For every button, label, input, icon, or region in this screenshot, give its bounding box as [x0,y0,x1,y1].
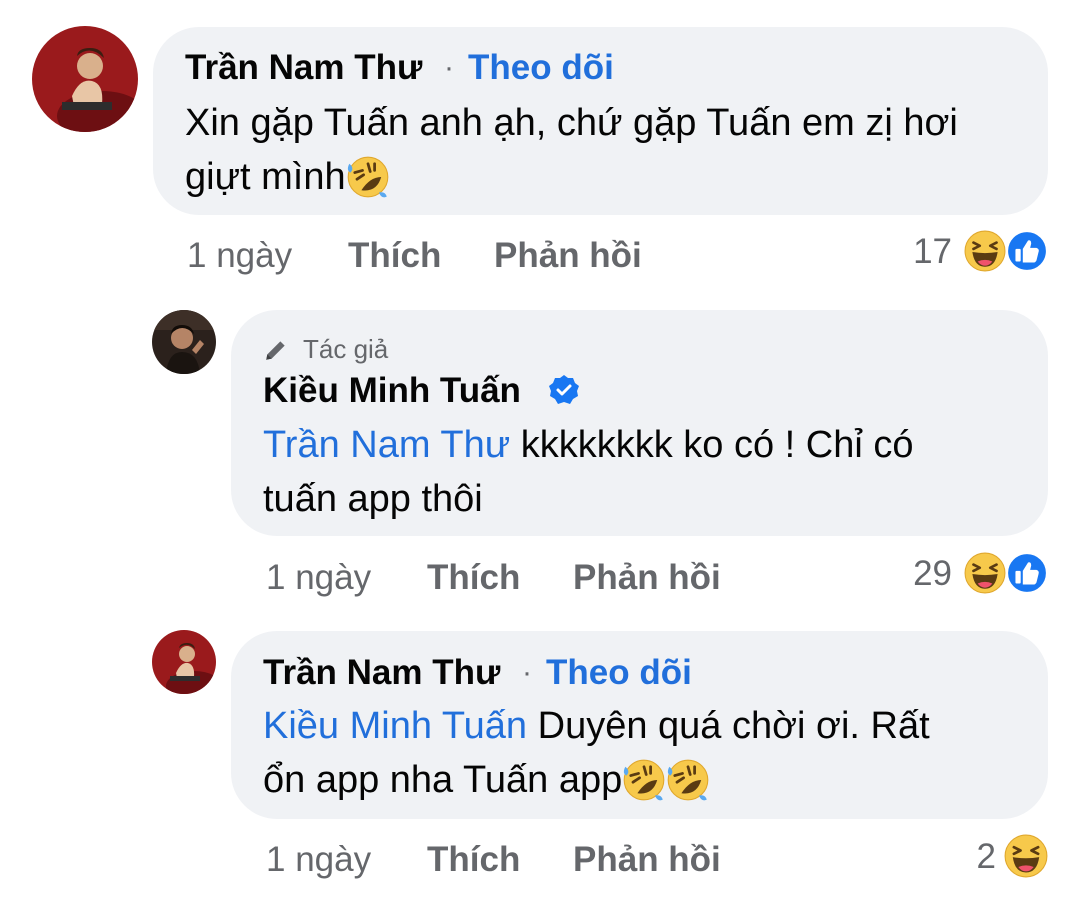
reaction-count[interactable]: 2 [920,837,996,877]
comment-text-fragment: ổn app nha Tuấn app [263,759,623,801]
comment-timestamp[interactable]: 1 ngày [187,236,292,276]
reply-button[interactable]: Phản hồi [494,236,642,276]
comment-author-name[interactable]: Trần Nam Thư [185,48,422,88]
name-separator: · [522,656,532,689]
comment-text: Trần Nam Thư kkkkkkkk ko có ! Chỉ có tuấ… [263,418,1033,526]
comment-text-fragment: Duyên quá chời ơi. Rất [527,705,930,747]
comment-author-name[interactable]: Kiều Minh Tuấn [263,371,521,411]
rofl-emoji-icon [622,758,666,802]
pencil-icon [266,341,285,360]
follow-button[interactable]: Theo dõi [468,48,614,88]
reply-button[interactable]: Phản hồi [573,840,721,880]
follow-button[interactable]: Theo dõi [546,653,692,693]
like-icon [1006,552,1048,594]
reaction-count[interactable]: 17 [880,232,952,272]
like-icon [1006,230,1048,272]
comment-text-line: Kiều Minh Tuấn Duyên quá chời ơi. Rất [263,699,1033,753]
comment-text-line: tuấn app thôi [263,478,483,520]
comment-text-line: Xin gặp Tuấn anh ạh, chứ gặp Tuấn em zị … [185,102,958,144]
like-button[interactable]: Thích [427,840,520,880]
haha-icon [964,230,1006,272]
comment-author-name[interactable]: Trần Nam Thư [263,653,500,693]
comment-text-line: ổn app nha Tuấn app [263,753,1033,807]
comment-text: Xin gặp Tuấn anh ạh, chứ gặp Tuấn em zị … [185,96,1035,204]
comment-text-line: Trần Nam Thư kkkkkkkk ko có ! Chỉ có [263,418,1033,472]
rofl-emoji-icon [346,155,389,199]
comment-text-fragment: giựt mình [185,156,346,198]
avatar-tran-nam-thu[interactable] [32,26,138,132]
reply-button[interactable]: Phản hồi [573,558,721,598]
comment-text-line: giựt mình [185,150,1035,204]
author-badge-label: Tác giả [303,334,389,364]
comment-timestamp[interactable]: 1 ngày [266,840,371,880]
verified-icon [549,375,579,404]
comment-text-fragment: kkkkkkkk ko có ! Chỉ có [510,424,914,466]
avatar-tran-nam-thu[interactable] [152,630,216,694]
mention-link[interactable]: Trần Nam Thư [263,424,510,466]
rofl-emoji-icon [666,758,710,802]
mention-link[interactable]: Kiều Minh Tuấn [263,705,527,747]
comment-text: Kiều Minh Tuấn Duyên quá chời ơi. Rất ổn… [263,699,1033,807]
haha-icon [1004,834,1048,878]
like-button[interactable]: Thích [348,236,441,276]
reaction-count[interactable]: 29 [880,554,952,594]
name-separator: · [444,51,454,84]
haha-icon [964,552,1006,594]
like-button[interactable]: Thích [427,558,520,598]
avatar-kieu-minh-tuan[interactable] [152,310,216,374]
comment-timestamp[interactable]: 1 ngày [266,558,371,598]
